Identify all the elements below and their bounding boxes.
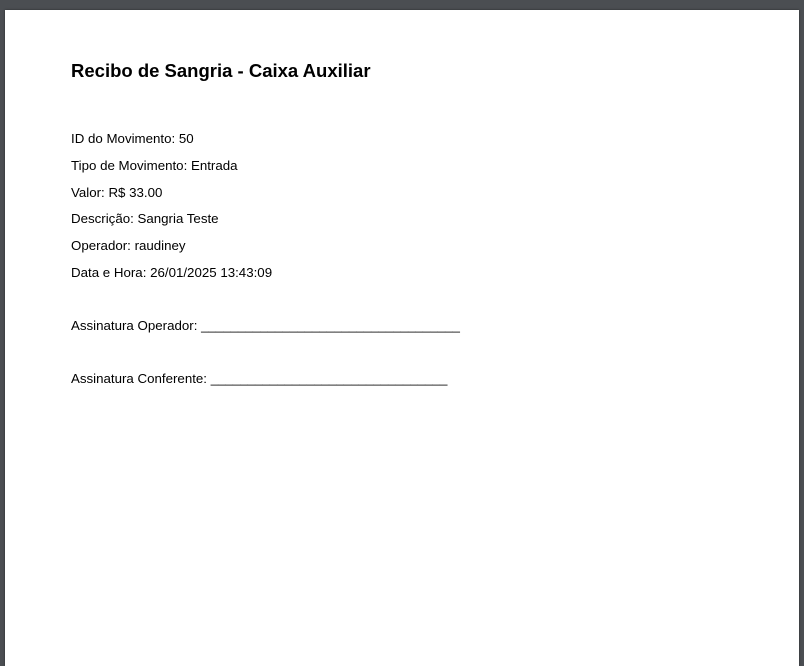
checker-signature-line: Assinatura Conferente: _________________… xyxy=(71,371,448,386)
receipt-title: Recibo de Sangria - Caixa Auxiliar xyxy=(71,60,371,81)
field-operator: Operador: raudiney xyxy=(71,238,186,253)
field-movement-id: ID do Movimento: 50 xyxy=(71,131,194,146)
field-movement-type: Tipo de Movimento: Entrada xyxy=(71,158,238,173)
field-value: Valor: R$ 33.00 xyxy=(71,185,163,200)
field-datetime: Data e Hora: 26/01/2025 13:43:09 xyxy=(71,265,273,280)
operator-signature-line: Assinatura Operador: ___________________… xyxy=(71,318,460,333)
pdf-viewer: Recibo de Sangria - Caixa Auxiliar ID do… xyxy=(0,0,804,666)
document-page: Recibo de Sangria - Caixa Auxiliar ID do… xyxy=(5,10,799,666)
field-description: Descrição: Sangria Teste xyxy=(71,211,219,226)
